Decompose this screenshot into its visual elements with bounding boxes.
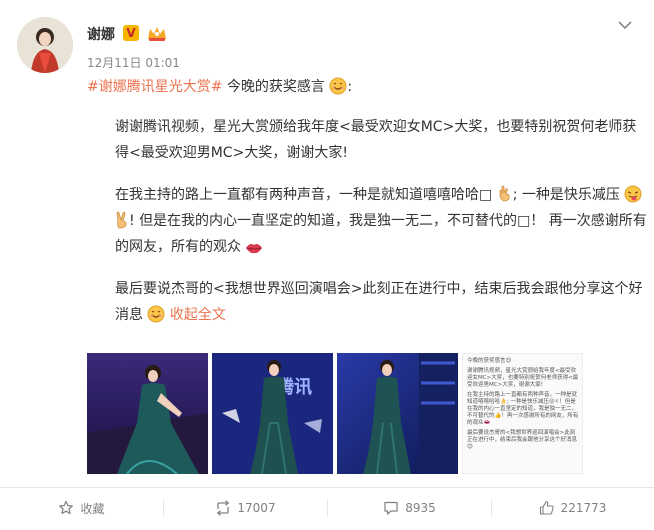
photo-4-text-screenshot[interactable]: 今晚的获奖感言😊 谢谢腾讯视频，星光大赏颁给我年度<最受欢迎女MC>大奖，也要特… [462,353,583,474]
photo-2[interactable]: 腾讯 [212,353,333,474]
post-time[interactable]: 12月11日 01:01 [87,54,180,71]
smile-emoji-icon [329,77,347,95]
comment-icon [384,501,398,515]
tongue-out-emoji-icon [624,185,642,203]
post-text: #谢娜腾讯星光大赏# 今晚的获奖感言 : 谢谢腾讯视频，星光大赏颁给我年度<最受… [87,74,647,328]
thumbs-up-icon [539,501,554,515]
avatar-image [17,17,73,73]
photo-1[interactable] [87,353,208,474]
paragraph-1: 谢谢腾讯视频，星光大赏颁给我年度<最受欢迎女MC>大奖，也要特别祝贺何老师获得<… [115,119,637,161]
victory-hand-emoji-icon [116,211,127,229]
photo-3[interactable] [337,353,458,474]
repost-button[interactable]: 17007 [164,488,327,528]
lips-emoji-icon [246,244,263,254]
paragraph-2-part-c: ! 但是在我的内心一直坚定的知道，我是独一无二，不可替代的 [129,213,518,229]
star-icon [59,500,74,515]
screenshot-text: 今晚的获奖感言😊 谢谢腾讯视频，星光大赏颁给我年度<最受欢迎女MC>大奖，也要特… [467,358,580,451]
paragraph-2-part-b: ; 一种是快乐减压 [512,187,620,203]
paragraph-3: 最后要说杰哥的<我想世界巡回演唱会>此刻正在进行中，结束后我会跟他分享这个好消息… [87,276,647,328]
avatar[interactable] [17,17,73,73]
author-name[interactable]: 谢娜 [87,24,115,44]
verified-badge-icon: V [123,25,139,41]
repost-icon [217,500,230,516]
favorite-label: 收藏 [80,501,105,516]
screenshot-line: 今晚的获奖感言😊 [467,358,512,364]
paragraph-2: 在我主持的路上一直都有两种声音，一种是就知道嘻嘻哈哈□ ; 一种是快乐减压 ! … [87,182,647,260]
paragraph-2-part-a: 在我主持的路上一直都有两种声音，一种是就知道嘻嘻哈哈 [115,187,479,203]
comment-count: 8935 [405,501,436,515]
missing-glyph-box: □ [479,187,493,203]
topic-link[interactable]: #谢娜腾讯星光大赏# [87,79,222,95]
post-intro: #谢娜腾讯星光大赏# 今晚的获奖感言 : [87,77,353,95]
like-count: 221773 [560,501,607,515]
ok-hand-emoji-icon [499,185,510,202]
screenshot-line: 最后要说杰哥的<我想世界巡回演唱会>此刻正在进行中，结束后我会跟他分享这个好消息… [467,430,578,450]
repost-count: 17007 [237,501,276,515]
member-crown-icon[interactable] [146,25,168,42]
comment-button[interactable]: 8935 [328,488,491,528]
like-button[interactable]: 221773 [491,488,654,528]
intro-text: 今晚的获奖感言 [222,79,325,95]
screenshot-line: 在我主持的路上一直都有两种声音，一种是就知道嘻嘻哈哈👌; 一种是快乐减压😜✌！但… [467,392,579,426]
action-bar: 收藏 17007 8935 221773 [0,487,654,528]
weibo-post-card: 谢娜 V 12月11日 01:01 #谢娜腾讯星光大赏# 今晚的获奖感言 : 谢… [0,0,654,530]
missing-glyph-box: □ [517,213,531,229]
favorite-button[interactable]: 收藏 [0,488,163,528]
collapse-text-link[interactable]: 收起全文 [170,307,226,323]
screenshot-line: 谢谢腾讯视频，星光大赏颁给我年度<最受欢迎女MC>大奖，也要特别祝贺何老师获得<… [467,368,579,388]
smile-emoji-icon [147,305,165,323]
chevron-down-icon[interactable] [618,20,632,30]
